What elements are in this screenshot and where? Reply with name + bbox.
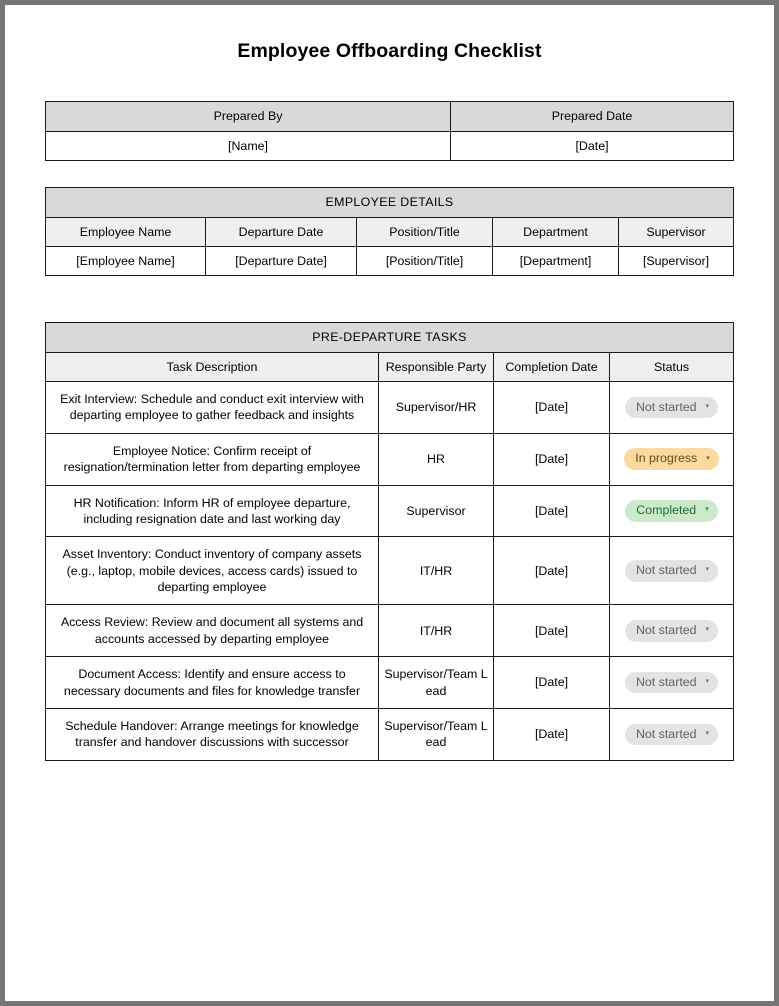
table-row: Asset Inventory: Conduct inventory of co…	[45, 536, 735, 606]
status-cell: Not started ▾	[608, 536, 735, 606]
task-description-cell: Schedule Handover: Arrange meetings for …	[45, 707, 379, 761]
status-cell: Not started ▾	[608, 381, 735, 434]
supervisor-header: Supervisor	[617, 216, 735, 247]
position-title-header: Position/Title	[356, 216, 493, 247]
chevron-down-icon[interactable]: ▾	[706, 730, 710, 737]
table-row: HR Notification: Inform HR of employee d…	[45, 484, 735, 538]
chevron-down-icon[interactable]: ▾	[706, 626, 710, 633]
status-badge[interactable]: Not started ▾	[624, 396, 719, 419]
pre-departure-tasks-table: PRE-DEPARTURE TASKS Task Description Res…	[44, 322, 735, 761]
status-label: Not started	[635, 674, 697, 689]
table-row: Task Description Responsible Party Compl…	[45, 351, 735, 383]
employee-details-band-title: EMPLOYEE DETAILS	[44, 187, 735, 218]
status-cell: Completed ▾	[608, 484, 735, 538]
status-label: Not started	[635, 623, 697, 637]
responsible-party-cell: Supervisor/Team Lead	[378, 707, 494, 761]
department-header: Department	[492, 216, 619, 247]
department-value[interactable]: [Department]	[492, 245, 619, 277]
prepared-date-value[interactable]: [Date]	[450, 130, 734, 162]
completion-date-cell[interactable]: [Date]	[493, 536, 610, 606]
task-description-cell: Document Access: Identify and ensure acc…	[45, 656, 379, 709]
document-page: Employee Offboarding Checklist Prepared …	[5, 5, 774, 1001]
employee-name-header: Employee Name	[45, 216, 206, 247]
status-cell: In progress ▾	[608, 432, 735, 486]
prepared-by-value[interactable]: [Name]	[45, 130, 451, 162]
prepared-date-header: Prepared Date	[450, 101, 734, 132]
responsible-party-cell: IT/HR	[378, 536, 494, 606]
task-description-cell: HR Notification: Inform HR of employee d…	[45, 484, 379, 538]
table-row: Employee Notice: Confirm receipt of resi…	[45, 432, 735, 486]
status-label: Not started	[635, 726, 697, 741]
employee-details-table: EMPLOYEE DETAILS Employee Name Departure…	[44, 187, 735, 277]
table-row: PRE-DEPARTURE TASKS	[44, 322, 735, 353]
completion-date-cell[interactable]: [Date]	[493, 604, 610, 658]
departure-date-value[interactable]: [Departure Date]	[205, 245, 357, 277]
responsible-party-cell: Supervisor/Team Lead	[378, 656, 494, 709]
table-row: Employee Name Departure Date Position/Ti…	[45, 216, 735, 247]
status-badge[interactable]: In progress ▾	[624, 448, 719, 470]
responsible-party-header: Responsible Party	[378, 351, 494, 383]
responsible-party-cell: IT/HR	[378, 604, 494, 658]
pre-departure-band-title: PRE-DEPARTURE TASKS	[44, 322, 735, 353]
status-label: Not started	[635, 399, 697, 414]
completion-date-cell[interactable]: [Date]	[493, 432, 610, 486]
responsible-party-cell: Supervisor	[378, 484, 494, 538]
table-row: Schedule Handover: Arrange meetings for …	[45, 707, 735, 761]
table-row: Exit Interview: Schedule and conduct exi…	[45, 381, 735, 434]
table-row: Document Access: Identify and ensure acc…	[45, 656, 735, 709]
completion-date-cell[interactable]: [Date]	[493, 656, 610, 709]
completion-date-cell[interactable]: [Date]	[493, 484, 610, 538]
completion-date-cell[interactable]: [Date]	[493, 381, 610, 434]
chevron-down-icon[interactable]: ▾	[705, 506, 709, 513]
status-badge[interactable]: Not started ▾	[624, 560, 719, 582]
prepared-by-header: Prepared By	[45, 101, 451, 132]
position-title-value[interactable]: [Position/Title]	[356, 245, 493, 277]
chevron-down-icon[interactable]: ▾	[706, 455, 710, 462]
employee-name-value[interactable]: [Employee Name]	[45, 245, 206, 277]
prepared-by-table: Prepared By Prepared Date [Name] [Date]	[45, 101, 734, 162]
status-badge[interactable]: Not started ▾	[624, 723, 719, 745]
table-row: Prepared By Prepared Date	[45, 101, 734, 132]
task-description-cell: Access Review: Review and document all s…	[45, 604, 379, 658]
departure-date-header: Departure Date	[205, 216, 357, 247]
chevron-down-icon[interactable]: ▾	[706, 566, 710, 573]
status-label: Completed	[636, 503, 697, 518]
responsible-party-cell: HR	[378, 432, 494, 486]
completion-date-header: Completion Date	[493, 351, 610, 383]
task-description-cell: Asset Inventory: Conduct inventory of co…	[45, 536, 379, 606]
status-cell: Not started ▾	[608, 604, 735, 658]
task-description-header: Task Description	[45, 351, 379, 383]
status-label: In progress	[635, 451, 698, 466]
responsible-party-cell: Supervisor/HR	[378, 381, 494, 434]
status-badge[interactable]: Completed ▾	[625, 500, 718, 522]
task-description-cell: Exit Interview: Schedule and conduct exi…	[45, 381, 379, 434]
document-page-frame: Employee Offboarding Checklist Prepared …	[0, 0, 779, 1006]
chevron-down-icon[interactable]: ▾	[706, 678, 710, 685]
table-row: [Name] [Date]	[45, 130, 734, 162]
table-row: EMPLOYEE DETAILS	[44, 187, 735, 218]
chevron-down-icon[interactable]: ▾	[706, 403, 710, 410]
table-row: [Employee Name] [Departure Date] [Positi…	[45, 245, 735, 277]
status-cell: Not started ▾	[608, 707, 735, 761]
supervisor-value[interactable]: [Supervisor]	[617, 245, 735, 277]
status-label: Not started	[635, 563, 697, 578]
completion-date-cell[interactable]: [Date]	[493, 707, 610, 761]
status-badge[interactable]: Not started ▾	[624, 620, 719, 642]
status-badge[interactable]: Not started ▾	[624, 671, 719, 694]
status-cell: Not started ▾	[608, 656, 735, 709]
page-title: Employee Offboarding Checklist	[237, 40, 542, 62]
status-header: Status	[608, 351, 735, 383]
table-row: Access Review: Review and document all s…	[45, 604, 735, 658]
task-description-cell: Employee Notice: Confirm receipt of resi…	[45, 432, 379, 486]
